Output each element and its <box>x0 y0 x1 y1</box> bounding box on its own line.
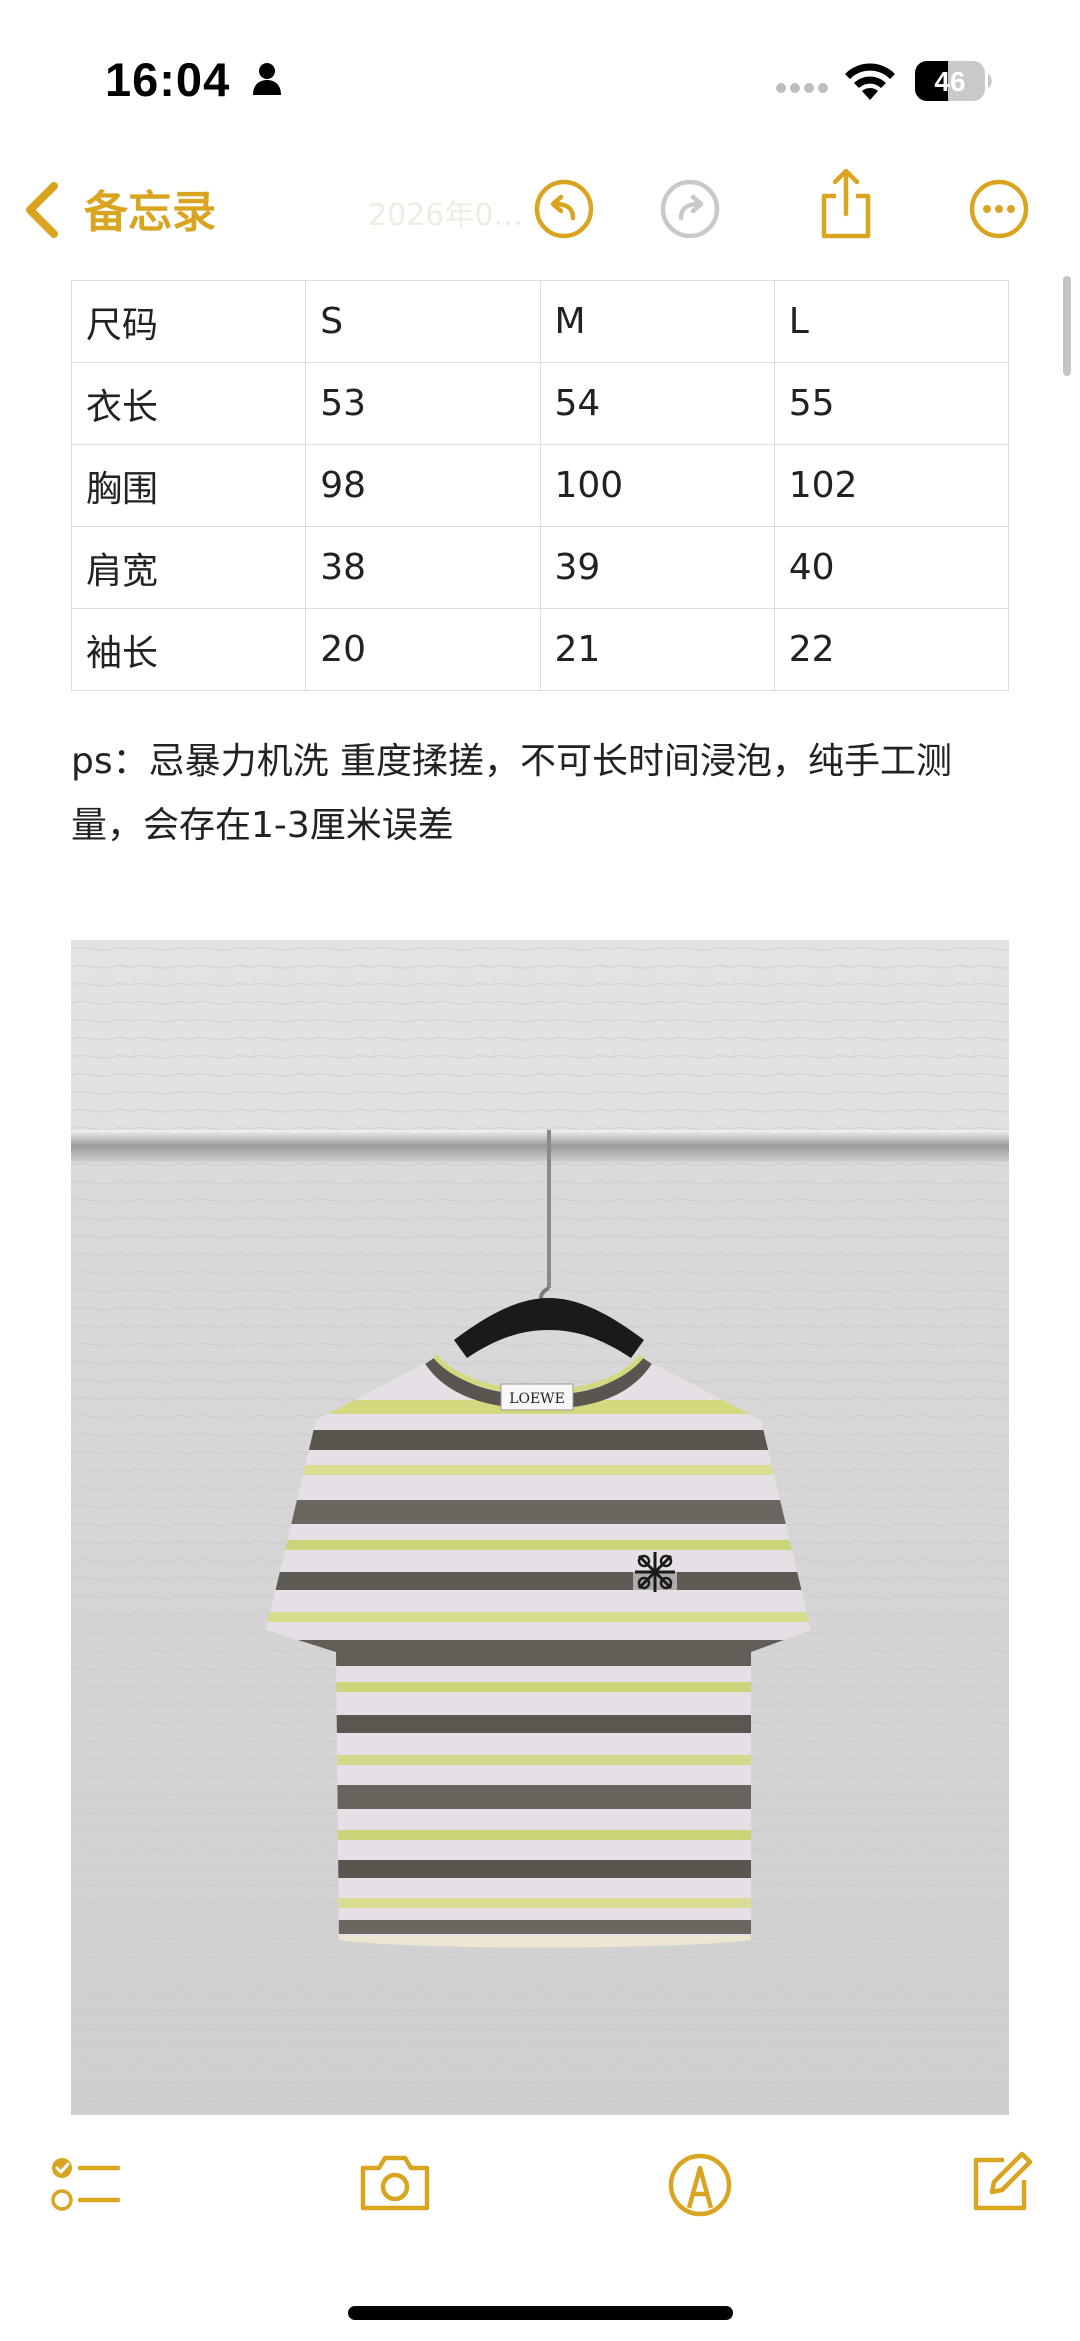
battery-icon: 46 <box>914 60 994 106</box>
table-cell: 袖长 <box>70 608 307 691</box>
camera-icon[interactable] <box>357 2152 433 2214</box>
more-icon[interactable] <box>968 178 1030 240</box>
table-cell: 54 <box>539 362 775 445</box>
anagram-logo <box>633 1550 677 1594</box>
table-cell: 55 <box>773 362 1010 445</box>
table-row: 胸围 98 100 102 <box>70 444 1010 527</box>
table-cell: 21 <box>539 608 775 691</box>
markup-icon[interactable] <box>667 2152 733 2218</box>
checklist-icon[interactable] <box>50 2154 122 2216</box>
table-cell: 53 <box>305 362 541 445</box>
undo-icon[interactable] <box>533 178 595 240</box>
table-cell: M <box>539 280 775 363</box>
table-cell: 98 <box>305 444 541 527</box>
home-indicator[interactable] <box>348 2306 733 2320</box>
battery-level: 46 <box>934 66 965 97</box>
table-cell: 38 <box>305 526 541 609</box>
back-button[interactable]: 备忘录 <box>84 176 216 240</box>
table-cell: 102 <box>773 444 1010 527</box>
redo-icon[interactable] <box>659 178 721 240</box>
table-cell: S <box>305 280 541 363</box>
tshirt-photo[interactable]: LOEWE <box>71 940 1009 2115</box>
compose-icon[interactable] <box>968 2150 1034 2216</box>
table-row: 肩宽 38 39 40 <box>70 526 1010 609</box>
table-row: 尺码 S M L <box>70 280 1010 363</box>
wifi-icon <box>845 63 895 100</box>
size-table[interactable]: 尺码 S M L 衣长 53 54 55 胸围 98 100 102 肩宽 38… <box>70 280 1010 691</box>
notes-screen: 16:04 46 备忘录 2026年0… 尺码 S M L 衣长 53 54 5… <box>0 0 1080 2341</box>
neck-label-text: LOEWE <box>509 1391 565 1407</box>
table-row: 衣长 53 54 55 <box>70 362 1010 445</box>
table-cell: 衣长 <box>70 362 307 445</box>
tshirt-photo-art: LOEWE <box>71 940 1009 2115</box>
table-cell: 尺码 <box>70 280 307 363</box>
table-cell: 20 <box>305 608 541 691</box>
care-note[interactable]: ps：忌暴力机洗 重度揉搓，不可长时间浸泡，纯手工测量，会存在1-3厘米误差 <box>71 730 1016 858</box>
table-cell: 40 <box>773 526 1010 609</box>
table-cell: 肩宽 <box>70 526 307 609</box>
signal-dots-icon <box>776 83 828 93</box>
table-cell: 39 <box>539 526 775 609</box>
nav-title-faded: 2026年0… <box>368 198 524 233</box>
table-cell: 胸围 <box>70 444 307 527</box>
share-icon[interactable] <box>818 168 874 240</box>
table-row: 袖长 20 21 22 <box>70 608 1010 691</box>
back-chevron-icon[interactable] <box>22 182 62 238</box>
person-icon <box>253 63 281 95</box>
scroll-indicator[interactable] <box>1063 276 1071 376</box>
status-time: 16:04 <box>105 53 231 106</box>
table-cell: 100 <box>539 444 775 527</box>
table-cell: L <box>773 280 1010 363</box>
table-cell: 22 <box>773 608 1010 691</box>
